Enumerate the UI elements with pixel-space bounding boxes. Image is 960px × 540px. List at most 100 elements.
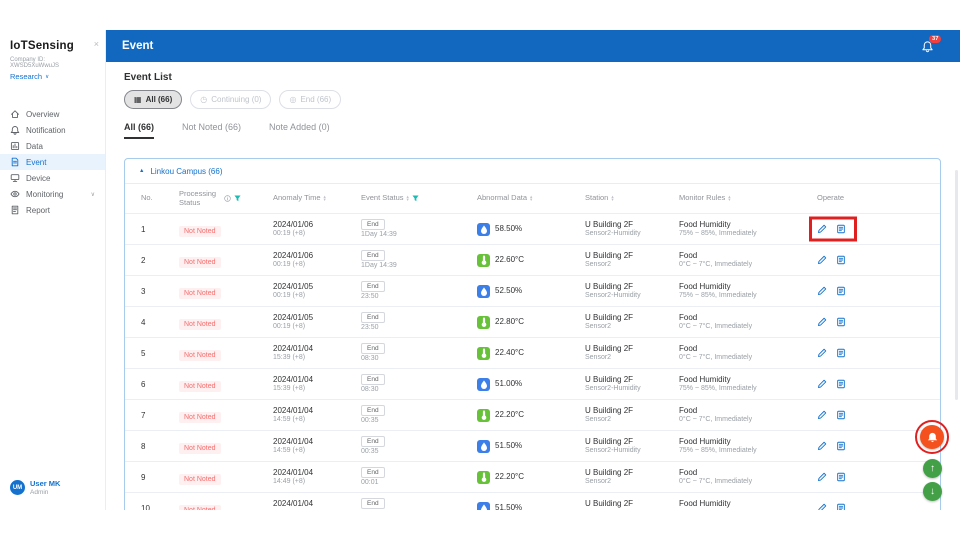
user-profile[interactable]: UM User MK Admin bbox=[10, 479, 60, 496]
content-area: Event List ▦ All (66) ◷ Continuing (0) ◎… bbox=[106, 62, 960, 510]
table-row[interactable]: 1 Not Noted 2024/01/06 00:19 (+8) End 1D… bbox=[125, 214, 940, 245]
workspace-selector[interactable]: Research ∨ bbox=[0, 69, 105, 84]
event-detail-icon[interactable] bbox=[836, 286, 846, 296]
scroll-top-button[interactable]: ↑ bbox=[923, 459, 942, 478]
sort-icon: ▴▾ bbox=[728, 196, 730, 202]
row-number: 3 bbox=[141, 287, 179, 296]
event-detail-icon[interactable] bbox=[836, 410, 846, 420]
edit-note-icon[interactable] bbox=[817, 286, 827, 296]
tab-not-noted[interactable]: Not Noted (66) bbox=[182, 122, 241, 139]
table-row[interactable]: 8 Not Noted 2024/01/04 14:59 (+8) End 00… bbox=[125, 431, 940, 462]
scrollbar[interactable] bbox=[955, 170, 958, 400]
sort-down-icon: ▾ bbox=[324, 199, 326, 202]
event-icon bbox=[10, 157, 20, 167]
column-station[interactable]: Station ▴▾ bbox=[585, 194, 679, 203]
sidebar-item-overview[interactable]: Overview bbox=[0, 106, 105, 122]
anomaly-date: 2024/01/04 bbox=[273, 344, 313, 353]
rule-name: Food Humidity bbox=[679, 220, 731, 229]
anomaly-time-detail: 00:19 (+8) bbox=[273, 323, 305, 331]
sort-down-icon: ▾ bbox=[611, 199, 613, 202]
table-row[interactable]: 9 Not Noted 2024/01/04 14:49 (+8) End 00… bbox=[125, 462, 940, 493]
anomaly-date: 2024/01/04 bbox=[273, 499, 313, 508]
table-header-row: No. Processing Status Anomaly Time ▴▾ Ev… bbox=[125, 184, 940, 214]
user-role: Admin bbox=[30, 489, 60, 496]
station-sensor: Sensor2-Humidity bbox=[585, 292, 641, 300]
event-detail-icon[interactable] bbox=[836, 441, 846, 451]
event-detail-icon[interactable] bbox=[836, 255, 846, 265]
sidebar-item-monitoring[interactable]: Monitoring∨ bbox=[0, 186, 105, 202]
export-button[interactable]: ↓ bbox=[923, 482, 942, 501]
filter-funnel-icon[interactable] bbox=[234, 195, 241, 202]
tab-all[interactable]: All (66) bbox=[124, 122, 154, 139]
column-event-status[interactable]: Event Status ▴▾ bbox=[361, 194, 477, 203]
sidebar-item-notification[interactable]: Notification bbox=[0, 122, 105, 138]
sidebar-item-report[interactable]: Report bbox=[0, 202, 105, 218]
filter-pills: ▦ All (66) ◷ Continuing (0) ◎ End (66) bbox=[124, 90, 341, 109]
table-row[interactable]: 3 Not Noted 2024/01/05 00:19 (+8) End 23… bbox=[125, 276, 940, 307]
rule-name: Food bbox=[679, 251, 697, 260]
station-sensor: Sensor2 bbox=[585, 323, 611, 331]
edit-note-icon[interactable] bbox=[817, 348, 827, 358]
table-row[interactable]: 5 Not Noted 2024/01/04 15:39 (+8) End 08… bbox=[125, 338, 940, 369]
edit-note-icon[interactable] bbox=[817, 255, 827, 265]
group-header[interactable]: ▲ Linkou Campus (66) bbox=[125, 159, 940, 184]
row-number: 1 bbox=[141, 225, 179, 234]
filter-all-button[interactable]: ▦ All (66) bbox=[124, 90, 182, 109]
event-detail-icon[interactable] bbox=[836, 348, 846, 358]
info-icon[interactable] bbox=[224, 195, 231, 202]
station-sensor: Sensor2 bbox=[585, 416, 611, 424]
anomaly-date: 2024/01/05 bbox=[273, 313, 313, 322]
sidebar-item-event[interactable]: Event bbox=[0, 154, 105, 170]
row-number: 2 bbox=[141, 256, 179, 265]
filter-funnel-icon[interactable] bbox=[412, 195, 419, 202]
event-status-badge: End bbox=[361, 281, 385, 292]
row-number: 4 bbox=[141, 318, 179, 327]
edit-note-icon[interactable] bbox=[817, 317, 827, 327]
alarm-button[interactable] bbox=[920, 425, 944, 449]
edit-note-icon[interactable] bbox=[817, 441, 827, 451]
event-detail-icon[interactable] bbox=[836, 379, 846, 389]
tab-note-added[interactable]: Note Added (0) bbox=[269, 122, 330, 139]
sort-down-icon: ▾ bbox=[530, 199, 532, 202]
rule-detail: 0°C ~ 7°C, Immediately bbox=[679, 354, 752, 362]
table-row[interactable]: 6 Not Noted 2024/01/04 15:39 (+8) End 08… bbox=[125, 369, 940, 400]
anomaly-date: 2024/01/04 bbox=[273, 468, 313, 477]
table-row[interactable]: 7 Not Noted 2024/01/04 14:59 (+8) End 00… bbox=[125, 400, 940, 431]
rule-name: Food Humidity bbox=[679, 499, 731, 508]
column-anomaly-time[interactable]: Anomaly Time ▴▾ bbox=[273, 194, 361, 203]
filter-end-button[interactable]: ◎ End (66) bbox=[279, 90, 341, 109]
table-row[interactable]: 2 Not Noted 2024/01/06 00:19 (+8) End 1D… bbox=[125, 245, 940, 276]
close-icon[interactable]: × bbox=[94, 40, 99, 49]
table-row[interactable]: 4 Not Noted 2024/01/05 00:19 (+8) End 23… bbox=[125, 307, 940, 338]
table-row[interactable]: 10 Not Noted 2024/01/04 End 51.50% U Bui… bbox=[125, 493, 940, 510]
station-name: U Building 2F bbox=[585, 437, 633, 446]
sidebar-item-data[interactable]: Data bbox=[0, 138, 105, 154]
edit-note-icon[interactable] bbox=[817, 503, 827, 510]
column-monitor-rules[interactable]: Monitor Rules ▴▾ bbox=[679, 194, 817, 203]
edit-note-icon[interactable] bbox=[817, 472, 827, 482]
anomaly-time-detail: 14:59 (+8) bbox=[273, 416, 305, 424]
event-status-badge: End bbox=[361, 436, 385, 447]
home-icon bbox=[10, 109, 20, 119]
abnormal-value: 22.20°C bbox=[495, 410, 524, 419]
edit-note-icon[interactable] bbox=[817, 224, 827, 234]
filter-continuing-button[interactable]: ◷ Continuing (0) bbox=[190, 90, 271, 109]
operate-cell bbox=[817, 410, 932, 420]
station-sensor: Sensor2-Humidity bbox=[585, 385, 641, 393]
column-abnormal-data[interactable]: Abnormal Data ▴▾ bbox=[477, 194, 585, 203]
event-detail-icon[interactable] bbox=[836, 224, 846, 234]
event-detail-icon[interactable] bbox=[836, 472, 846, 482]
anomaly-date: 2024/01/04 bbox=[273, 406, 313, 415]
event-detail-icon[interactable] bbox=[836, 317, 846, 327]
anomaly-time-detail: 15:39 (+8) bbox=[273, 354, 305, 362]
notification-bell-icon[interactable]: 37 bbox=[921, 40, 934, 53]
event-detail-icon[interactable] bbox=[836, 503, 846, 510]
abnormal-value: 51.50% bbox=[495, 441, 522, 450]
row-number: 5 bbox=[141, 349, 179, 358]
edit-note-icon[interactable] bbox=[817, 410, 827, 420]
sort-icon: ▴▾ bbox=[611, 196, 613, 202]
sidebar-item-device[interactable]: Device bbox=[0, 170, 105, 186]
processing-status-badge: Not Noted bbox=[179, 474, 221, 485]
edit-note-icon[interactable] bbox=[817, 379, 827, 389]
temperature-icon bbox=[477, 316, 490, 329]
